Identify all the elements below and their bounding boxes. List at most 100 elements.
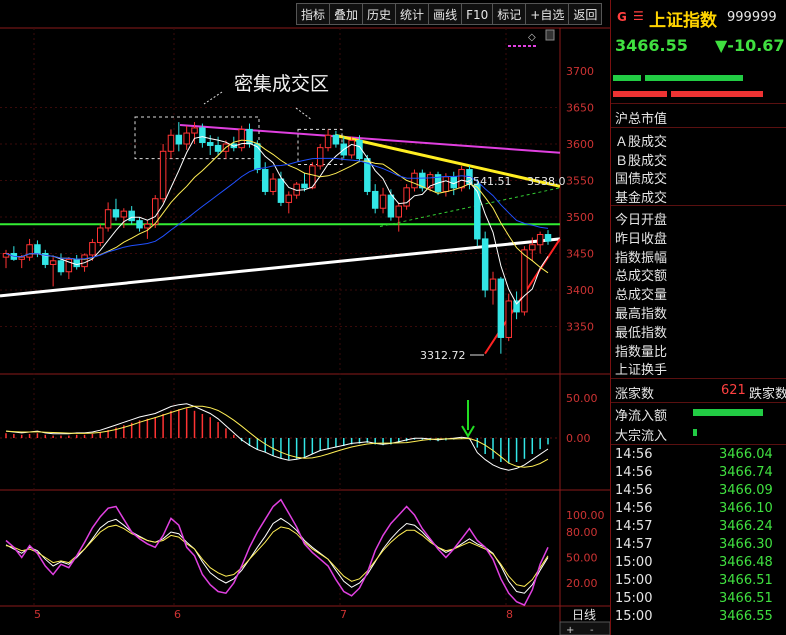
candle-body (26, 244, 33, 258)
divider (611, 127, 786, 128)
candle-body (144, 223, 151, 229)
candle-body (348, 139, 355, 156)
buy-bar-2 (645, 75, 743, 81)
price-tick: 3500 (566, 211, 594, 224)
candle-body (395, 205, 403, 218)
block-inflow-bar (693, 429, 697, 436)
period-label: 日线 (572, 608, 596, 622)
toolbar-stats-button[interactable]: 统计 (395, 3, 429, 25)
macd-tick: 0.00 (566, 432, 591, 445)
cluster-label: 密集成交区 (234, 73, 329, 95)
price-tick: 3600 (566, 138, 594, 151)
date-tick: 7 (340, 608, 347, 621)
toolbar-f10-button[interactable]: F10 (461, 3, 493, 25)
kdj-tick: 50.00 (566, 552, 598, 565)
info-label: 最高指数 (615, 307, 668, 322)
net-inflow-label: 净流入额 (615, 409, 668, 424)
zoom-in-icon: + (566, 625, 574, 635)
info-label: Ｂ股成交 (615, 154, 668, 169)
price-tick: 3350 (566, 321, 594, 334)
candle-body (81, 254, 88, 268)
sell-bar-1 (613, 91, 667, 97)
candle-body (128, 210, 135, 222)
block-inflow-label: 大宗流入 (615, 429, 668, 444)
price-change: ▼-10.67 (715, 36, 785, 55)
toolbar-mark-button[interactable]: 标记 (492, 3, 526, 25)
down-count-label: 跌家数 (749, 387, 786, 402)
info-label: 今日开盘 (615, 213, 668, 228)
up-count-value: 621 (721, 383, 746, 398)
candle-body (254, 143, 261, 171)
toolbar-indicator-button[interactable]: 指标 (296, 3, 330, 25)
toolbar-history-button[interactable]: 历史 (362, 3, 396, 25)
panel-toggle-icon (545, 29, 555, 41)
date-tick: 5 (34, 608, 41, 621)
candle-body (285, 194, 293, 203)
candle-body (104, 209, 112, 229)
candle-body (269, 178, 277, 192)
info-label: 总成交额 (615, 269, 668, 284)
info-label: 最低指数 (615, 326, 668, 341)
tick-row: 15:00 3466.51 (615, 573, 773, 588)
candle-body (529, 244, 536, 251)
info-label: 沪总市值 (615, 112, 668, 127)
toolbar-draw-button[interactable]: 画线 (428, 3, 462, 25)
candle-body (379, 194, 387, 209)
menu-icon[interactable]: ☰ (633, 9, 644, 23)
candle-body (191, 127, 198, 134)
info-label: 基金成交 (615, 191, 668, 206)
candle-body (489, 278, 497, 291)
info-label: Ａ股成交 (615, 135, 668, 150)
candle-body (183, 132, 190, 145)
tick-row: 14:56 3466.04 (615, 447, 773, 462)
tick-row: 15:00 3466.48 (615, 555, 773, 570)
candle-body (371, 190, 379, 209)
toolbar-back-button[interactable]: 返回 (568, 3, 603, 25)
chart-toolbar: 指标 叠加 历史 统计 画线 F10 标记 +自选 返回 (296, 3, 603, 25)
buy-bar-1 (613, 75, 641, 81)
candle-body (481, 238, 489, 291)
info-label: 指数振幅 (615, 251, 668, 266)
quote-header: G ☰ 上证指数 999999 (611, 4, 786, 31)
candle-body (505, 300, 512, 338)
candle-body (136, 220, 143, 229)
high-level-label-2: 3538.0 (527, 175, 566, 188)
tick-row: 14:56 3466.09 (615, 483, 773, 498)
current-price: 3466.55 (615, 36, 688, 55)
candle-body (34, 244, 41, 255)
candle-body (458, 169, 465, 189)
candle-body (18, 256, 25, 260)
candle-body (536, 234, 544, 246)
candle-body (238, 128, 245, 149)
candle-body (214, 144, 222, 152)
quote-panel: G ☰ 上证指数 999999 3466.55 ▼-10.67 沪总市值 Ａ股成… (610, 0, 786, 635)
divider (611, 103, 786, 104)
zoom-out-icon: - (590, 625, 594, 635)
chart-area[interactable]: + - 3700365036003550350034503400335050.00… (0, 0, 610, 635)
group-flag[interactable]: G (617, 10, 627, 24)
net-inflow-bar (693, 409, 763, 416)
info-label: 上证换手 (615, 363, 668, 378)
candle-body (73, 258, 80, 268)
candle-body (442, 176, 450, 192)
candle-body (521, 249, 528, 313)
kdj-tick: 80.00 (566, 526, 598, 539)
price-tick: 3650 (566, 102, 594, 115)
divider (611, 444, 786, 445)
candle-body (159, 150, 167, 200)
kdj-tick: 100.00 (566, 509, 605, 522)
candle-body (277, 178, 285, 203)
candle-body (120, 210, 128, 218)
toolbar-overlay-button[interactable]: 叠加 (329, 3, 363, 25)
kdj-tick: 20.00 (566, 577, 598, 590)
candle-body (167, 134, 175, 152)
candle-body (49, 260, 57, 265)
price-tick: 3400 (566, 284, 594, 297)
tick-row: 15:00 3466.55 (615, 609, 773, 624)
candle-body (112, 209, 120, 218)
toolbar-add-watchlist-button[interactable]: +自选 (525, 3, 569, 25)
up-count-label: 涨家数 (615, 387, 655, 402)
date-tick: 8 (506, 608, 513, 621)
breadth-row: 涨家数 621 跌家数 (611, 382, 786, 402)
tick-row: 14:57 3466.24 (615, 519, 773, 534)
